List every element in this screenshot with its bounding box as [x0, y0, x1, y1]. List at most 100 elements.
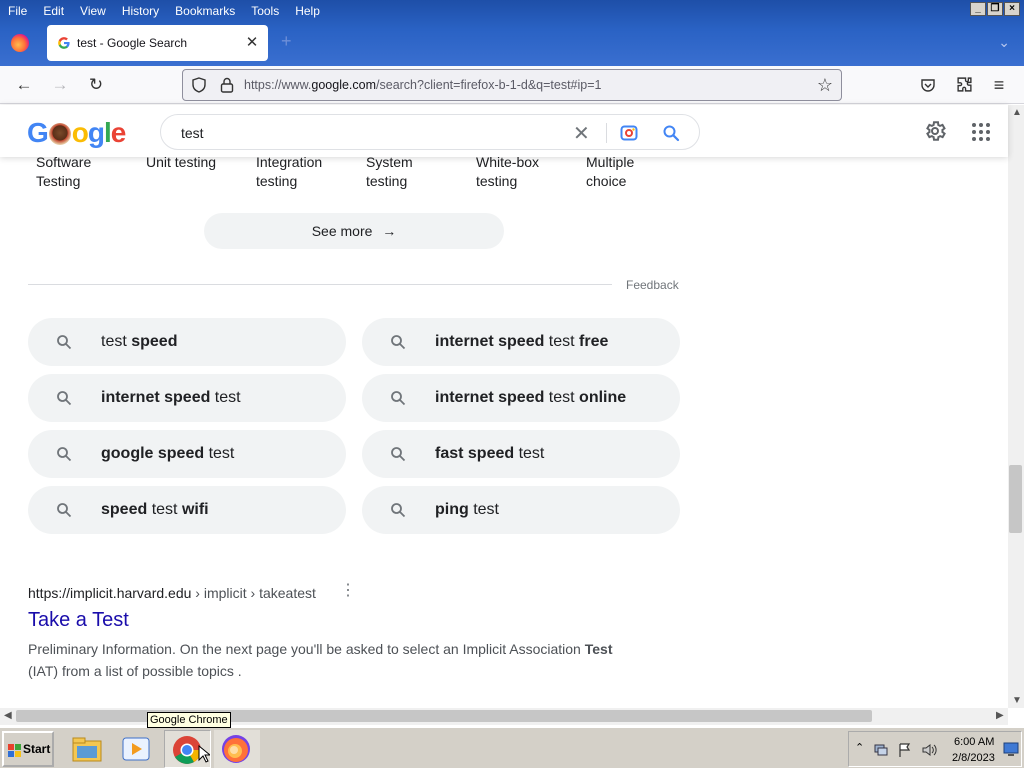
- related-search-label: internet speed test online: [435, 389, 627, 406]
- window-controls: _ ❐ ×: [970, 2, 1020, 16]
- topic-system-testing[interactable]: System testing: [366, 157, 466, 191]
- scroll-up-icon[interactable]: ▲: [1012, 107, 1022, 118]
- taskbar-chrome-button[interactable]: [164, 730, 211, 768]
- vertical-scrollbar[interactable]: [1008, 105, 1024, 708]
- menu-edit[interactable]: Edit: [35, 1, 72, 21]
- reload-icon[interactable]: ↻: [85, 74, 107, 96]
- topic-integration-testing[interactable]: Integration testing: [256, 157, 356, 191]
- tab-close-icon[interactable]: ✕: [244, 33, 260, 51]
- result-title-link[interactable]: Take a Test: [28, 609, 129, 632]
- related-search-item[interactable]: speed test wifi: [28, 486, 346, 534]
- feedback-link[interactable]: Feedback: [626, 278, 679, 292]
- system-tray: ⌃ 6:00 AM 2/8/2023: [848, 731, 1022, 767]
- search-icon[interactable]: [662, 124, 680, 142]
- forward-arrow-icon[interactable]: →: [49, 74, 71, 96]
- google-favicon-icon: [58, 37, 70, 49]
- menu-view[interactable]: View: [72, 1, 114, 21]
- see-more-label: See more: [311, 223, 373, 239]
- scroll-right-icon[interactable]: ▶: [996, 710, 1004, 721]
- url-text[interactable]: https://www.google.com/search?client=fir…: [244, 78, 602, 92]
- search-icon: [391, 391, 406, 406]
- topic-label: System: [366, 157, 413, 170]
- mouse-cursor-icon: [198, 745, 210, 763]
- back-arrow-icon[interactable]: ←: [13, 74, 35, 96]
- search-icon: [391, 503, 406, 518]
- topic-label: Multiple: [586, 157, 635, 170]
- google-lens-icon[interactable]: [620, 124, 638, 142]
- show-desktop-icon[interactable]: [1003, 741, 1019, 757]
- google-logo[interactable]: Gogle: [27, 117, 126, 149]
- search-icon: [57, 447, 72, 462]
- bookmark-star-icon[interactable]: ☆: [817, 75, 833, 96]
- file-explorer-icon[interactable]: [70, 732, 104, 766]
- volume-icon[interactable]: [921, 742, 937, 758]
- taskbar-firefox-button[interactable]: [214, 730, 260, 768]
- google-apps-grid-icon[interactable]: [972, 123, 990, 141]
- related-search-label: google speed test: [101, 445, 235, 462]
- hamburger-menu-icon[interactable]: ≡: [988, 74, 1010, 96]
- search-icon: [57, 391, 72, 406]
- network-icon[interactable]: [873, 742, 889, 758]
- topic-multiple-choice[interactable]: Multiple choice: [586, 157, 686, 191]
- horizontal-scroll-thumb[interactable]: [16, 710, 872, 722]
- start-button[interactable]: Start: [2, 731, 54, 767]
- show-hidden-icons-icon[interactable]: ⌃: [855, 741, 864, 754]
- firefox-view-icon[interactable]: [11, 34, 29, 52]
- scroll-down-icon[interactable]: ▼: [1012, 695, 1022, 706]
- related-search-label: fast speed test: [435, 445, 545, 462]
- more-options-icon[interactable]: ⋮: [340, 583, 356, 599]
- menu-bookmarks[interactable]: Bookmarks: [167, 1, 243, 21]
- search-input[interactable]: test ✕: [160, 114, 700, 150]
- menu-history[interactable]: History: [114, 1, 167, 21]
- related-search-item[interactable]: google speed test: [28, 430, 346, 478]
- related-search-item[interactable]: internet speed test online: [362, 374, 680, 422]
- see-more-button[interactable]: See more →: [204, 213, 504, 249]
- lock-icon[interactable]: [220, 77, 234, 93]
- search-query[interactable]: test: [181, 125, 204, 141]
- vertical-scroll-thumb[interactable]: [1009, 465, 1022, 533]
- tab-google-search[interactable]: test - Google Search ✕: [47, 25, 268, 61]
- related-search-item[interactable]: ping test: [362, 486, 680, 534]
- scroll-left-icon[interactable]: ◀: [4, 710, 12, 721]
- action-center-flag-icon[interactable]: [897, 742, 913, 758]
- result-host: https://implicit.harvard.edu: [28, 585, 192, 601]
- topic-software-testing[interactable]: Software Testing: [36, 157, 136, 191]
- topic-label: Testing: [36, 173, 81, 189]
- clock-time[interactable]: 6:00 AM: [954, 736, 994, 748]
- related-search-label: test speed: [101, 333, 178, 350]
- close-window-button[interactable]: ×: [1004, 2, 1020, 16]
- topic-label: testing: [256, 173, 298, 189]
- related-search-item[interactable]: internet speed test: [28, 374, 346, 422]
- topic-white-box-testing[interactable]: White-box testing: [476, 157, 576, 191]
- search-icon: [57, 335, 72, 350]
- topic-label: Software: [36, 157, 92, 170]
- related-search-item[interactable]: internet speed test free: [362, 318, 680, 366]
- result-path: › implicit › takeatest: [191, 585, 316, 601]
- snippet-text: (IAT) from a list of possible topics .: [28, 663, 242, 679]
- extensions-icon[interactable]: [956, 76, 973, 93]
- clock-date[interactable]: 2/8/2023: [952, 752, 995, 764]
- new-tab-icon[interactable]: +: [281, 31, 292, 52]
- search-icon: [391, 335, 406, 350]
- minimize-button[interactable]: _: [970, 2, 986, 16]
- related-search-item[interactable]: fast speed test: [362, 430, 680, 478]
- tracking-shield-icon[interactable]: [191, 77, 207, 93]
- media-player-icon[interactable]: [119, 732, 153, 766]
- url-bar[interactable]: https://www.google.com/search?client=fir…: [182, 69, 842, 101]
- list-all-tabs-icon[interactable]: ⌄: [998, 34, 1010, 51]
- taskbar: Start ⌃ 6:00 AM 2/8/2023: [0, 727, 1024, 768]
- pocket-icon[interactable]: [920, 77, 936, 93]
- menu-help[interactable]: Help: [287, 1, 328, 21]
- related-search-label: speed test wifi: [101, 501, 209, 518]
- settings-gear-icon[interactable]: [923, 119, 947, 143]
- menu-file[interactable]: File: [0, 1, 35, 21]
- url-path: /search?client=firefox-b-1-d&q=test#ip=1: [376, 78, 602, 92]
- url-prefix: https://www.: [244, 78, 312, 92]
- related-search-label: internet speed test: [101, 389, 241, 406]
- clear-search-icon[interactable]: ✕: [573, 121, 590, 146]
- restore-button[interactable]: ❐: [987, 2, 1003, 16]
- result-url[interactable]: https://implicit.harvard.edu › implicit …: [28, 585, 316, 601]
- menu-tools[interactable]: Tools: [243, 1, 287, 21]
- related-search-item[interactable]: test speed: [28, 318, 346, 366]
- topic-unit-testing[interactable]: Unit testing: [146, 157, 246, 172]
